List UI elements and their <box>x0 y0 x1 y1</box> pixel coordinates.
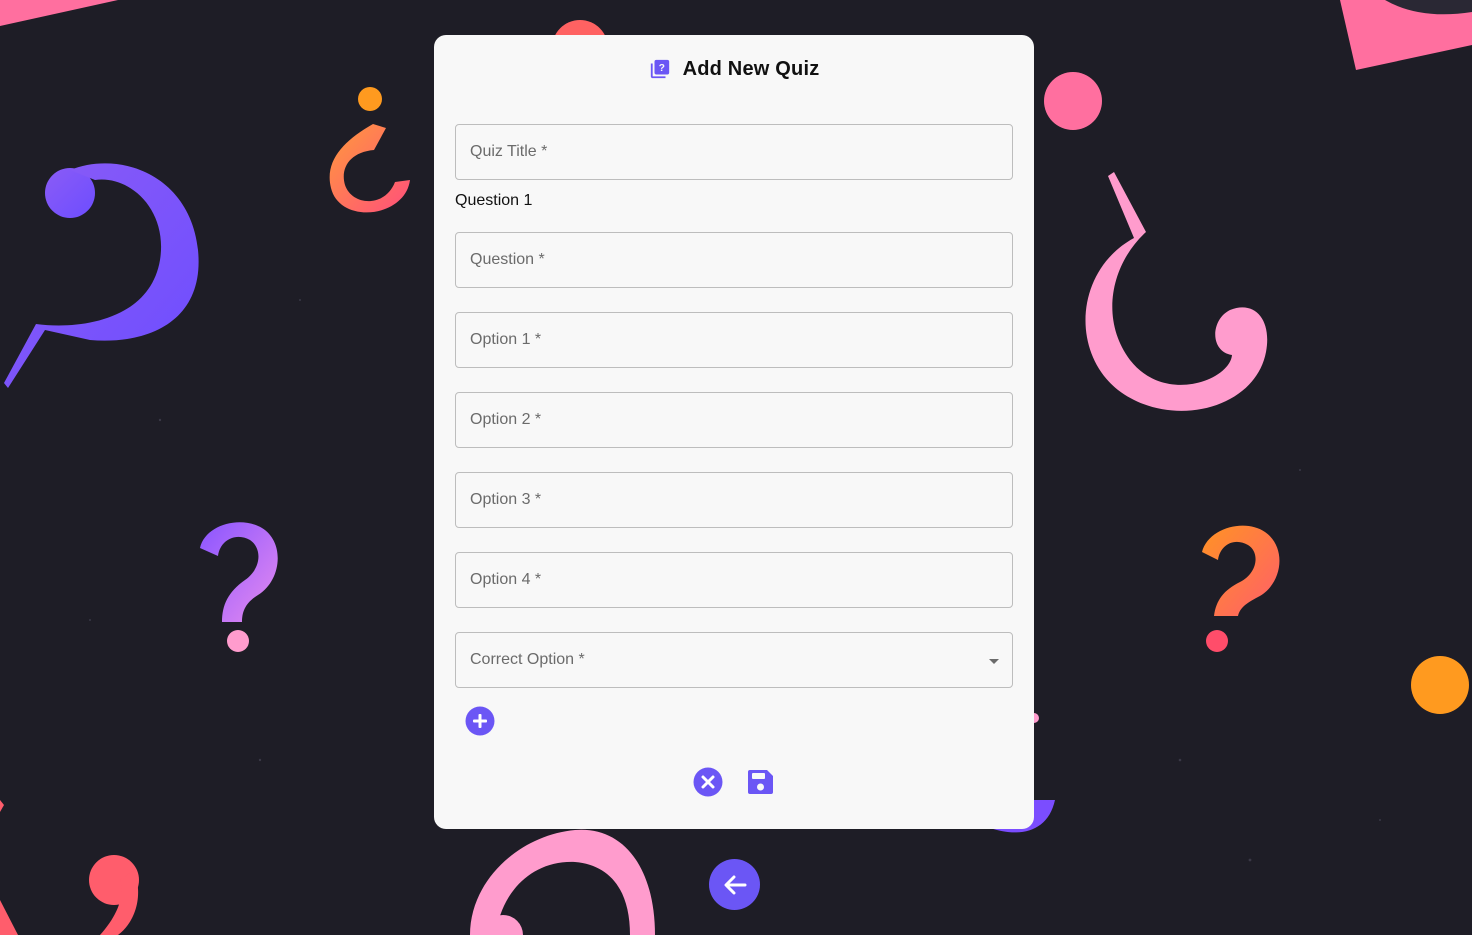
correct-option-label: Correct Option * <box>470 651 585 668</box>
page-title: Add New Quiz <box>682 57 820 80</box>
option-3-label: Option 3 * <box>470 491 542 508</box>
decor-shape-topright <box>1340 0 1472 70</box>
arrow-left-icon <box>724 875 746 894</box>
quiz-title-field[interactable]: Quiz Title * <box>455 124 1013 180</box>
option-3-field[interactable]: Option 3 * <box>455 472 1013 528</box>
decor-question-mark-lilac <box>200 522 278 652</box>
decor-question-mark-purple-left <box>4 163 199 388</box>
quiz-title-label: Quiz Title * <box>470 143 548 160</box>
correct-option-select[interactable]: Correct Option * <box>455 632 1013 688</box>
caret-down-icon <box>989 659 999 664</box>
decor-comma-coral-bottom <box>0 855 139 935</box>
option-4-field[interactable]: Option 4 * <box>455 552 1013 608</box>
add-quiz-card: ? Add New Quiz Quiz Title * Question 1 Q… <box>434 35 1034 829</box>
cancel-circle-icon[interactable] <box>693 767 723 797</box>
option-1-field[interactable]: Option 1 * <box>455 312 1013 368</box>
decor-question-mark-orange <box>1202 525 1280 652</box>
option-1-label: Option 1 * <box>470 331 542 348</box>
decor-inverted-question-mark-pink <box>1085 172 1268 411</box>
decor-shape-left-edge <box>0 800 4 812</box>
question-heading: Question 1 <box>455 192 533 209</box>
option-2-label: Option 2 * <box>470 411 542 428</box>
decor-inverted-question-mark-coral <box>329 87 410 213</box>
option-4-label: Option 4 * <box>470 571 542 588</box>
add-circle-icon[interactable] <box>465 706 495 736</box>
svg-text:?: ? <box>658 63 664 74</box>
question-field[interactable]: Question * <box>455 232 1013 288</box>
quiz-icon: ? <box>650 59 669 79</box>
decor-shape-topleft <box>0 0 118 26</box>
decor-circle-orange <box>1411 656 1469 714</box>
option-2-field[interactable]: Option 2 * <box>455 392 1013 448</box>
decor-circle-pink <box>1044 72 1102 130</box>
back-button[interactable] <box>709 859 760 910</box>
decor-question-mark-pink-bottom <box>470 829 655 935</box>
question-label: Question * <box>470 251 545 268</box>
save-icon[interactable] <box>745 767 775 797</box>
card-header: ? Add New Quiz <box>434 52 1034 86</box>
